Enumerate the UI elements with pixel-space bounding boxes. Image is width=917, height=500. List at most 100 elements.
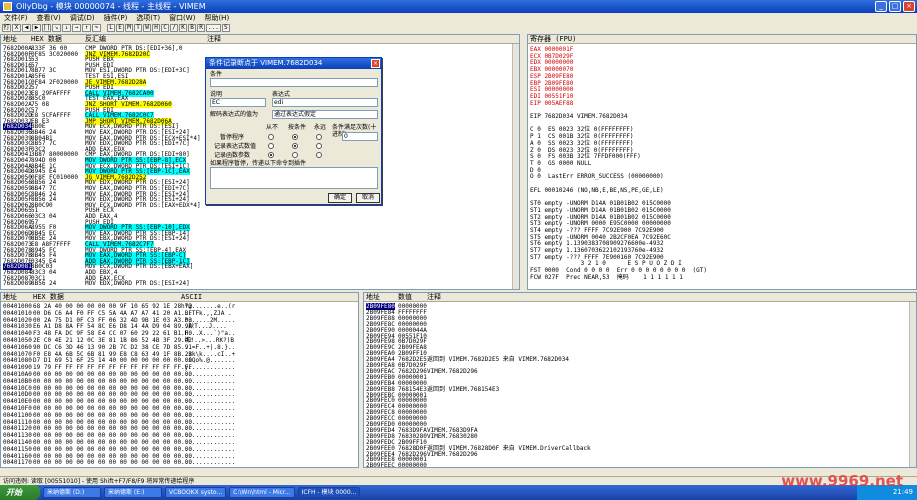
col-always-label: 永远 bbox=[314, 124, 327, 131]
dump-hex: 00 00 00 00 00 00 00 00 00 00 00 00 00 0… bbox=[33, 459, 192, 467]
toolbar-button[interactable]: ↘ bbox=[52, 24, 61, 32]
disassembly-header: 地址 HEX 数据 反汇编 注释 bbox=[1, 35, 519, 44]
memory-dump-pane[interactable]: 地址 HEX 数据 ASCII 00401000 68 2A 40 00 00 0… bbox=[0, 292, 359, 468]
description-input[interactable]: EC bbox=[210, 98, 266, 107]
menu-item[interactable]: 插件(P) bbox=[104, 13, 128, 23]
disasm-address: 7682D089 bbox=[3, 280, 32, 288]
plugin-command-input[interactable] bbox=[210, 167, 378, 189]
toolbar-button[interactable]: 打 bbox=[2, 24, 11, 32]
debugger-window: OllyDbg - 模块 00000074 - 线程 - 主线程 - VIMEM… bbox=[0, 0, 917, 500]
command-label: 如果程序暂停，传递以下命令到插件 bbox=[210, 160, 307, 167]
start-button[interactable]: 开始 bbox=[0, 485, 40, 500]
logexpr-never-radio[interactable] bbox=[268, 143, 274, 149]
toolbar-window-button[interactable]: M bbox=[125, 24, 133, 32]
taskbar-task[interactable]: 米纳德斯 (D:) bbox=[43, 487, 101, 498]
taskbar-task[interactable]: C:\Wn\html - Micr... bbox=[229, 487, 295, 498]
toolbar-button[interactable]: ▶ bbox=[32, 24, 41, 32]
dialog-title: 条件记录断点于 VIMEM.7682D034 bbox=[206, 58, 381, 69]
registers-header: 寄存器 (FPU) bbox=[528, 35, 916, 44]
col-hex: HEX 数据 bbox=[31, 35, 62, 43]
toolbar-window-button[interactable]: K bbox=[179, 24, 187, 32]
toolbar-window-button[interactable]: ... bbox=[206, 24, 221, 32]
watermark-logo: www.9969.net bbox=[781, 472, 903, 490]
taskbar-task[interactable]: VCBOOKX systo... bbox=[165, 487, 227, 498]
minimize-button[interactable]: _ bbox=[875, 1, 887, 12]
stack-pane[interactable]: 地址 数值 注释 2B09FE80 00000000 2B09FE84 FFFFFFF… bbox=[363, 292, 917, 468]
registers-pane[interactable]: 寄存器 (FPU) EAX 0000001F ECX 0B7D029F EDX 00… bbox=[527, 34, 917, 290]
app-icon bbox=[3, 2, 12, 11]
toolbar-window-button[interactable]: C bbox=[161, 24, 169, 32]
toolbar-window-button[interactable]: L bbox=[107, 24, 115, 32]
toolbar-button[interactable]: ◀ bbox=[22, 24, 31, 32]
menu-item[interactable]: 选项(T) bbox=[136, 13, 160, 23]
disasm-row[interactable]: 7682D089 8B56 24 MOV EDX,DWORD PTR DS:[ESI… bbox=[1, 280, 511, 287]
pause-cond-radio[interactable] bbox=[292, 134, 298, 140]
toolbar-window-button[interactable]: H bbox=[152, 24, 160, 32]
menu-item[interactable]: 查看(V) bbox=[37, 13, 61, 23]
menu-item[interactable]: 窗口(W) bbox=[169, 13, 195, 23]
pause-row-label: 暂停程序 bbox=[220, 134, 245, 141]
menu-bar: 文件(F) 查看(V) 调试(D) 插件(P) 选项(T) 窗口(W) 帮助(H) bbox=[0, 13, 917, 23]
stack-row[interactable]: 2B09FEEC 00000000 bbox=[364, 462, 904, 468]
log-args-row-label: 记录函数参数 bbox=[214, 152, 251, 159]
stack-address: 2B09FEEC bbox=[366, 462, 395, 468]
toolbar-window-button[interactable]: T bbox=[134, 24, 142, 32]
ok-button[interactable]: 确定 bbox=[328, 193, 352, 203]
maximize-button[interactable]: □ bbox=[889, 1, 901, 12]
count-input[interactable]: 0 bbox=[342, 132, 378, 141]
conditional-log-breakpoint-dialog: 条件记录断点于 VIMEM.7682D034 × 条件 说明 表达式 EC ed… bbox=[205, 57, 382, 205]
dialog-close-button[interactable]: × bbox=[371, 59, 380, 68]
menu-item[interactable]: 调试(D) bbox=[70, 13, 95, 23]
description-label: 说明 bbox=[210, 91, 223, 98]
toolbar-window-button[interactable]: W bbox=[143, 24, 151, 32]
stack-col-address: 地址 bbox=[366, 293, 380, 301]
taskbar-task[interactable]: 米纳德斯 (E:) bbox=[104, 487, 162, 498]
taskbar-task[interactable]: ICFH - 模块 0000... bbox=[297, 487, 361, 498]
decode-label: 解码表达式的值为 bbox=[210, 111, 259, 118]
dump-col-address: 地址 bbox=[3, 293, 17, 301]
stack-col-comment: 注释 bbox=[427, 293, 441, 301]
toolbar-button[interactable]: X bbox=[12, 24, 21, 32]
logexpr-cond-radio[interactable] bbox=[292, 143, 298, 149]
condition-input[interactable] bbox=[210, 78, 378, 87]
disasm-hex: 8B56 24 bbox=[31, 280, 57, 288]
toolbar-window-button[interactable]: E bbox=[116, 24, 124, 32]
stack-value: 00000000 bbox=[398, 462, 427, 468]
toolbar-window-button[interactable]: R bbox=[197, 24, 205, 32]
logargs-always-radio[interactable] bbox=[316, 152, 322, 158]
toolbar-window-button[interactable]: B bbox=[188, 24, 196, 32]
toolbar-button[interactable]: ↑ bbox=[82, 24, 91, 32]
col-cond-label: 按条件 bbox=[288, 124, 307, 131]
dump-row[interactable]: 00401170 00 00 00 00 00 00 00 00 00 00 00… bbox=[1, 459, 357, 466]
register-line: EFL 00010246 (NO,NB,E,BE,NS,PE,GE,LE) bbox=[530, 186, 664, 194]
status-bar: 访问违例: 读取 [00551010] - 使用 Shift+F7/F8/F9 … bbox=[0, 476, 917, 485]
toolbar-window-button[interactable]: S bbox=[221, 24, 230, 32]
pause-always-radio[interactable] bbox=[316, 134, 322, 140]
expression-input[interactable]: edi bbox=[272, 98, 378, 107]
pause-never-radio[interactable] bbox=[268, 134, 274, 140]
condition-label: 条件 bbox=[210, 71, 223, 78]
disasm-instruction: MOV EDX,DWORD PTR DS:[ESI+24] bbox=[85, 280, 190, 288]
stack-scrollbar[interactable] bbox=[909, 302, 916, 467]
dump-col-hex: HEX 数据 bbox=[33, 293, 64, 301]
logargs-never-radio[interactable] bbox=[268, 152, 274, 158]
logexpr-always-radio[interactable] bbox=[316, 143, 322, 149]
toolbar-button[interactable]: → bbox=[72, 24, 81, 32]
command-strip bbox=[0, 469, 917, 476]
menu-item[interactable]: 帮助(H) bbox=[204, 13, 229, 23]
cancel-button[interactable]: 取消 bbox=[356, 193, 380, 203]
toolbar-button[interactable]: ↓ bbox=[62, 24, 71, 32]
disassembly-scrollbar[interactable] bbox=[512, 44, 519, 289]
menu-item[interactable]: 文件(F) bbox=[4, 13, 28, 23]
col-disasm: 反汇编 bbox=[85, 35, 106, 43]
title-bar: OllyDbg - 模块 00000074 - 线程 - 主线程 - VIMEM… bbox=[0, 0, 917, 13]
toolbar-button[interactable]: || bbox=[42, 24, 51, 32]
dump-header: 地址 HEX 数据 ASCII bbox=[1, 293, 358, 302]
toolbar-button[interactable]: ↷ bbox=[92, 24, 101, 32]
toolbar-window-button[interactable]: / bbox=[170, 24, 178, 32]
dump-ascii: ............... bbox=[181, 459, 236, 467]
stack-col-value: 数值 bbox=[398, 293, 412, 301]
decode-select[interactable]: 通过表达式假定 bbox=[272, 110, 378, 119]
logargs-cond-radio[interactable] bbox=[292, 152, 298, 158]
close-button[interactable]: × bbox=[903, 1, 915, 12]
